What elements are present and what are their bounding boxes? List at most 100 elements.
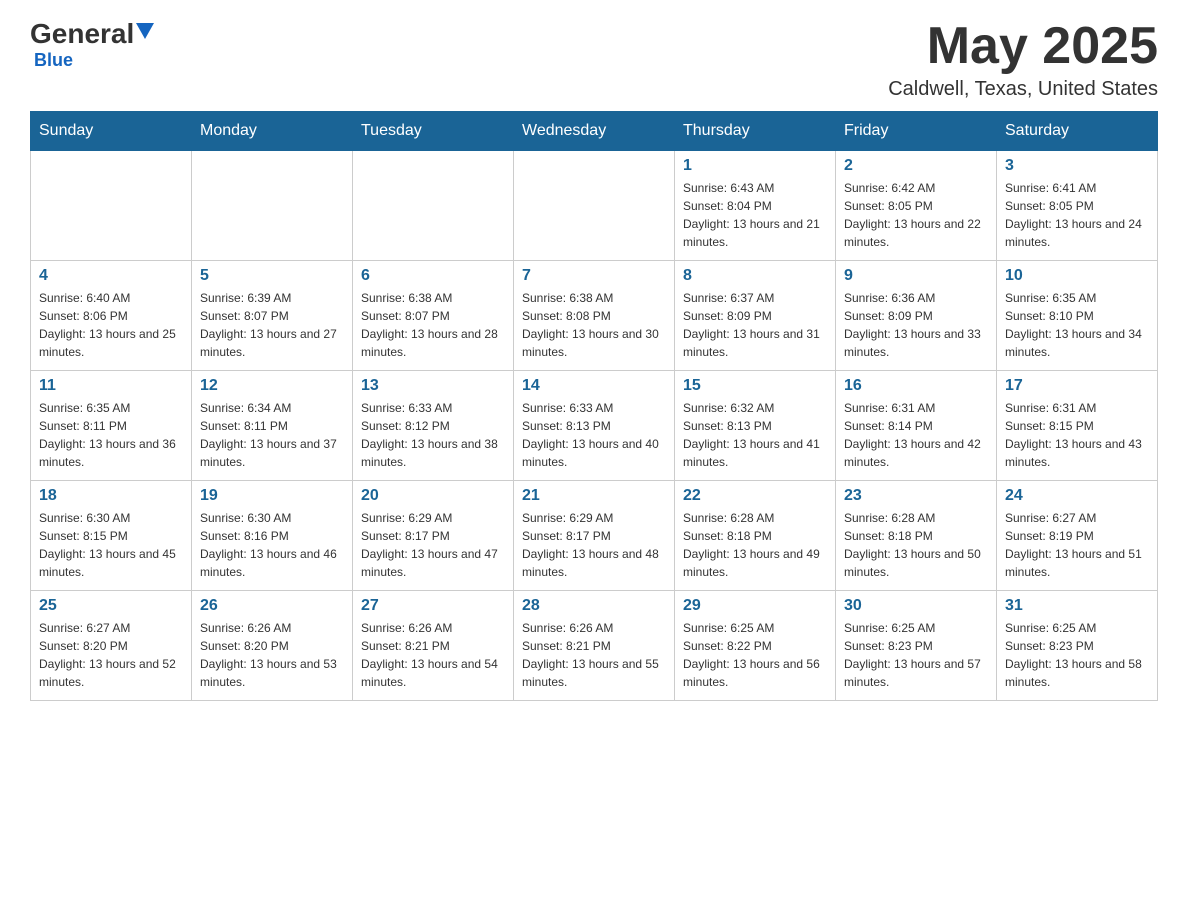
day-number: 22 bbox=[683, 487, 827, 505]
day-info: Sunrise: 6:25 AM Sunset: 8:23 PM Dayligh… bbox=[1005, 619, 1149, 691]
day-number: 15 bbox=[683, 377, 827, 395]
day-cell: 23Sunrise: 6:28 AM Sunset: 8:18 PM Dayli… bbox=[836, 481, 997, 591]
day-cell bbox=[192, 151, 353, 261]
day-info: Sunrise: 6:36 AM Sunset: 8:09 PM Dayligh… bbox=[844, 289, 988, 361]
day-number: 24 bbox=[1005, 487, 1149, 505]
day-info: Sunrise: 6:29 AM Sunset: 8:17 PM Dayligh… bbox=[361, 509, 505, 581]
logo: General Blue bbox=[30, 20, 154, 71]
day-info: Sunrise: 6:39 AM Sunset: 8:07 PM Dayligh… bbox=[200, 289, 344, 361]
day-number: 26 bbox=[200, 597, 344, 615]
day-cell: 12 Sunrise: 6:34 AM Sunset: 8:11 PM Dayli… bbox=[192, 371, 353, 481]
header-cell-wednesday: Wednesday bbox=[514, 112, 675, 151]
day-number: 30 bbox=[844, 597, 988, 615]
day-number: 29 bbox=[683, 597, 827, 615]
day-number: 18 bbox=[39, 487, 183, 505]
day-cell: 27 Sunrise: 6:26 AM Sunset: 8:21 PM Dayli… bbox=[353, 591, 514, 701]
day-info: Sunrise: 6:35 AM Sunset: 8:10 PM Dayligh… bbox=[1005, 289, 1149, 361]
day-cell: 22Sunrise: 6:28 AM Sunset: 8:18 PM Dayli… bbox=[675, 481, 836, 591]
day-number: 5 bbox=[200, 267, 344, 285]
calendar-body: 1 Sunrise: 6:43 AM Sunset: 8:04 PM Daylig… bbox=[31, 151, 1158, 701]
day-cell: 18 Sunrise: 6:30 AM Sunset: 8:15 PM Dayli… bbox=[31, 481, 192, 591]
day-number: 6 bbox=[361, 267, 505, 285]
day-number: 19 bbox=[200, 487, 344, 505]
day-info: Sunrise: 6:25 AM Sunset: 8:22 PM Dayligh… bbox=[683, 619, 827, 691]
day-info: Sunrise: 6:43 AM Sunset: 8:04 PM Dayligh… bbox=[683, 179, 827, 251]
day-cell: 1 Sunrise: 6:43 AM Sunset: 8:04 PM Daylig… bbox=[675, 151, 836, 261]
day-info: Sunrise: 6:37 AM Sunset: 8:09 PM Dayligh… bbox=[683, 289, 827, 361]
day-cell: 28 Sunrise: 6:26 AM Sunset: 8:21 PM Dayli… bbox=[514, 591, 675, 701]
day-info: Sunrise: 6:28 AM Sunset: 8:18 PM Dayligh… bbox=[844, 509, 988, 581]
day-number: 31 bbox=[1005, 597, 1149, 615]
header-row: SundayMondayTuesdayWednesdayThursdayFrid… bbox=[31, 112, 1158, 151]
day-info: Sunrise: 6:32 AM Sunset: 8:13 PM Dayligh… bbox=[683, 399, 827, 471]
day-cell: 16 Sunrise: 6:31 AM Sunset: 8:14 PM Dayli… bbox=[836, 371, 997, 481]
day-info: Sunrise: 6:30 AM Sunset: 8:16 PM Dayligh… bbox=[200, 509, 344, 581]
day-cell: 4Sunrise: 6:40 AM Sunset: 8:06 PM Daylig… bbox=[31, 261, 192, 371]
day-number: 2 bbox=[844, 157, 988, 175]
week-row-1: 4Sunrise: 6:40 AM Sunset: 8:06 PM Daylig… bbox=[31, 261, 1158, 371]
page-header: General Blue May 2025 Caldwell, Texas, U… bbox=[0, 0, 1188, 111]
day-info: Sunrise: 6:30 AM Sunset: 8:15 PM Dayligh… bbox=[39, 509, 183, 581]
calendar-table: SundayMondayTuesdayWednesdayThursdayFrid… bbox=[30, 111, 1158, 701]
day-number: 25 bbox=[39, 597, 183, 615]
day-number: 8 bbox=[683, 267, 827, 285]
header-cell-sunday: Sunday bbox=[31, 112, 192, 151]
week-row-2: 11Sunrise: 6:35 AM Sunset: 8:11 PM Dayli… bbox=[31, 371, 1158, 481]
day-info: Sunrise: 6:27 AM Sunset: 8:20 PM Dayligh… bbox=[39, 619, 183, 691]
day-number: 27 bbox=[361, 597, 505, 615]
header-cell-thursday: Thursday bbox=[675, 112, 836, 151]
day-cell: 29 Sunrise: 6:25 AM Sunset: 8:22 PM Dayli… bbox=[675, 591, 836, 701]
logo-triangle-icon bbox=[136, 23, 154, 41]
header-cell-monday: Monday bbox=[192, 112, 353, 151]
day-number: 7 bbox=[522, 267, 666, 285]
day-info: Sunrise: 6:42 AM Sunset: 8:05 PM Dayligh… bbox=[844, 179, 988, 251]
day-info: Sunrise: 6:31 AM Sunset: 8:15 PM Dayligh… bbox=[1005, 399, 1149, 471]
header-cell-friday: Friday bbox=[836, 112, 997, 151]
day-info: Sunrise: 6:29 AM Sunset: 8:17 PM Dayligh… bbox=[522, 509, 666, 581]
day-number: 9 bbox=[844, 267, 988, 285]
day-info: Sunrise: 6:38 AM Sunset: 8:08 PM Dayligh… bbox=[522, 289, 666, 361]
calendar-header: SundayMondayTuesdayWednesdayThursdayFrid… bbox=[31, 112, 1158, 151]
day-number: 28 bbox=[522, 597, 666, 615]
day-cell: 5 Sunrise: 6:39 AM Sunset: 8:07 PM Daylig… bbox=[192, 261, 353, 371]
day-cell: 6 Sunrise: 6:38 AM Sunset: 8:07 PM Daylig… bbox=[353, 261, 514, 371]
calendar-container: SundayMondayTuesdayWednesdayThursdayFrid… bbox=[0, 111, 1188, 721]
day-info: Sunrise: 6:26 AM Sunset: 8:21 PM Dayligh… bbox=[361, 619, 505, 691]
day-info: Sunrise: 6:33 AM Sunset: 8:13 PM Dayligh… bbox=[522, 399, 666, 471]
day-cell: 8 Sunrise: 6:37 AM Sunset: 8:09 PM Daylig… bbox=[675, 261, 836, 371]
day-info: Sunrise: 6:38 AM Sunset: 8:07 PM Dayligh… bbox=[361, 289, 505, 361]
day-info: Sunrise: 6:35 AM Sunset: 8:11 PM Dayligh… bbox=[39, 399, 183, 471]
day-number: 16 bbox=[844, 377, 988, 395]
day-cell: 7 Sunrise: 6:38 AM Sunset: 8:08 PM Daylig… bbox=[514, 261, 675, 371]
location: Caldwell, Texas, United States bbox=[888, 78, 1158, 101]
day-number: 21 bbox=[522, 487, 666, 505]
day-cell: 2 Sunrise: 6:42 AM Sunset: 8:05 PM Daylig… bbox=[836, 151, 997, 261]
day-info: Sunrise: 6:40 AM Sunset: 8:06 PM Dayligh… bbox=[39, 289, 183, 361]
week-row-3: 18 Sunrise: 6:30 AM Sunset: 8:15 PM Dayli… bbox=[31, 481, 1158, 591]
day-cell: 19 Sunrise: 6:30 AM Sunset: 8:16 PM Dayli… bbox=[192, 481, 353, 591]
day-cell: 11Sunrise: 6:35 AM Sunset: 8:11 PM Dayli… bbox=[31, 371, 192, 481]
day-number: 13 bbox=[361, 377, 505, 395]
month-title: May 2025 bbox=[888, 20, 1158, 72]
day-cell: 26 Sunrise: 6:26 AM Sunset: 8:20 PM Dayli… bbox=[192, 591, 353, 701]
day-info: Sunrise: 6:26 AM Sunset: 8:20 PM Dayligh… bbox=[200, 619, 344, 691]
day-cell: 9 Sunrise: 6:36 AM Sunset: 8:09 PM Daylig… bbox=[836, 261, 997, 371]
day-cell: 17 Sunrise: 6:31 AM Sunset: 8:15 PM Dayli… bbox=[997, 371, 1158, 481]
day-number: 17 bbox=[1005, 377, 1149, 395]
day-cell: 3Sunrise: 6:41 AM Sunset: 8:05 PM Daylig… bbox=[997, 151, 1158, 261]
day-info: Sunrise: 6:34 AM Sunset: 8:11 PM Dayligh… bbox=[200, 399, 344, 471]
day-number: 12 bbox=[200, 377, 344, 395]
week-row-0: 1 Sunrise: 6:43 AM Sunset: 8:04 PM Daylig… bbox=[31, 151, 1158, 261]
day-number: 20 bbox=[361, 487, 505, 505]
day-cell: 31 Sunrise: 6:25 AM Sunset: 8:23 PM Dayli… bbox=[997, 591, 1158, 701]
logo-blue-text: Blue bbox=[34, 50, 154, 71]
header-cell-tuesday: Tuesday bbox=[353, 112, 514, 151]
day-number: 14 bbox=[522, 377, 666, 395]
day-info: Sunrise: 6:31 AM Sunset: 8:14 PM Dayligh… bbox=[844, 399, 988, 471]
day-cell: 15 Sunrise: 6:32 AM Sunset: 8:13 PM Dayli… bbox=[675, 371, 836, 481]
day-number: 1 bbox=[683, 157, 827, 175]
day-cell: 21 Sunrise: 6:29 AM Sunset: 8:17 PM Dayli… bbox=[514, 481, 675, 591]
day-cell bbox=[353, 151, 514, 261]
day-cell: 30Sunrise: 6:25 AM Sunset: 8:23 PM Dayli… bbox=[836, 591, 997, 701]
day-info: Sunrise: 6:26 AM Sunset: 8:21 PM Dayligh… bbox=[522, 619, 666, 691]
